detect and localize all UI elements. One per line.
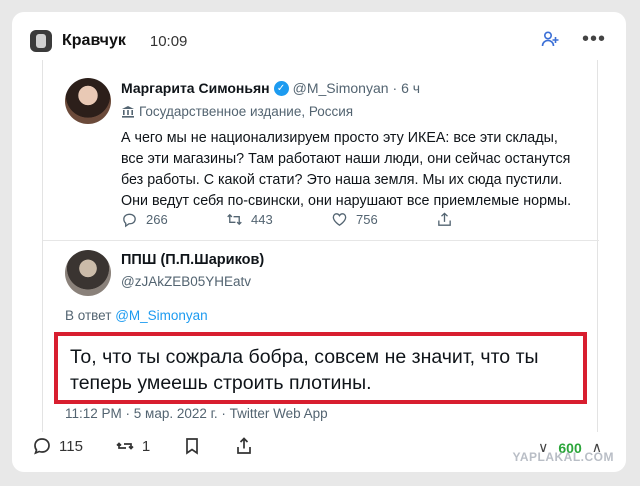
- state-media-text: Государственное издание, Россия: [139, 104, 354, 119]
- post-time: 10:09: [149, 32, 188, 50]
- tweet1-header: Маргарита Симоньян ✓ @M_Simonyan · 6 ч: [121, 80, 420, 96]
- heart-icon: [332, 213, 347, 226]
- retweet-icon: [227, 213, 242, 226]
- tweet-screenshot: Маргарита Симоньян ✓ @M_Simonyan · 6 ч Г…: [42, 60, 599, 432]
- tweet2-author-name: ППШ (П.П.Шариков): [121, 252, 265, 268]
- verified-icon: ✓: [273, 80, 289, 96]
- tweet1-avatar: [65, 78, 111, 124]
- reply-to-mention: @M_Simonyan: [115, 308, 208, 323]
- share-icon: [438, 212, 451, 226]
- tweet1-author-name: Маргарита Симоньян: [121, 80, 270, 96]
- more-icon[interactable]: •••: [582, 28, 606, 50]
- tweet2-meta: 11:12 PM · 5 мар. 2022 г. · Twitter Web …: [65, 406, 328, 421]
- tweet-divider: [43, 240, 599, 241]
- share-up-icon: [237, 437, 252, 454]
- reply-icon: [123, 213, 136, 228]
- reposts-count: 1: [141, 437, 151, 455]
- comments-button[interactable]: 115: [32, 436, 83, 456]
- channel-avatar[interactable]: [30, 30, 52, 52]
- tweet2-text: То, что ты сожрала бобра, совсем не знач…: [70, 346, 539, 394]
- tweet1-text: А чего мы не национализируем просто эту …: [121, 130, 572, 209]
- site-watermark: YAPLAKAL.COM: [512, 450, 614, 464]
- add-user-icon[interactable]: [540, 29, 560, 49]
- bookmark-icon: [186, 438, 199, 455]
- retweet-action: 443: [226, 211, 331, 228]
- reply-count: 266: [146, 212, 168, 227]
- like-count: 756: [356, 212, 378, 227]
- tweet1-actions: 266 443 756: [121, 211, 541, 228]
- share-button[interactable]: [234, 436, 254, 456]
- bookmark-button[interactable]: [182, 436, 202, 456]
- repost-icon: [116, 442, 134, 450]
- tweet2-handle: @zJAkZEB05YHEatv: [121, 274, 251, 289]
- tweet1-handle: @M_Simonyan: [292, 80, 389, 96]
- channel-name[interactable]: Кравчук: [62, 32, 126, 50]
- comments-count: 115: [59, 437, 83, 455]
- post-card: Кравчук 10:09 ••• Маргарита Симоньян ✓ @…: [12, 12, 626, 472]
- repost-button[interactable]: 1: [115, 436, 150, 456]
- state-media-icon: [122, 105, 134, 118]
- tweet2-avatar: [65, 250, 111, 296]
- reply-to-line: В ответ @M_Simonyan: [65, 308, 208, 323]
- post-header: Кравчук 10:09: [30, 28, 187, 54]
- tweet1-age: · 6 ч: [392, 80, 421, 96]
- share-action: [436, 211, 541, 228]
- reply-prefix: В ответ: [65, 308, 112, 323]
- state-media-label: Государственное издание, Россия: [121, 104, 353, 119]
- comment-icon: [34, 438, 50, 455]
- like-action: 756: [331, 211, 436, 228]
- retweet-count: 443: [251, 212, 273, 227]
- reply-action: 266: [121, 211, 226, 228]
- post-footer: 115 1: [32, 436, 286, 456]
- highlight-frame: То, что ты сожрала бобра, совсем не знач…: [54, 332, 587, 404]
- header-actions: •••: [540, 28, 606, 50]
